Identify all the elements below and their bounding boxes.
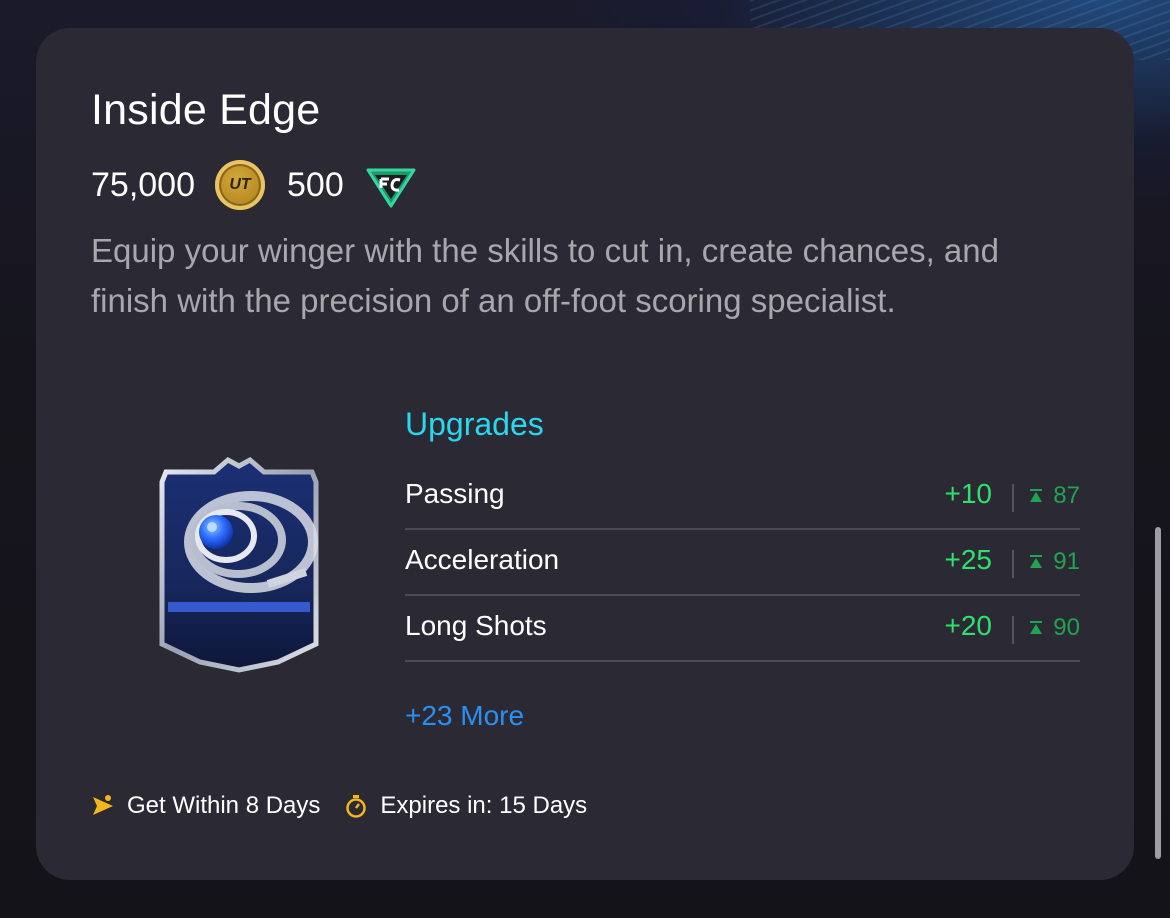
expires-text: Expires in: 15 Days <box>380 792 588 819</box>
divider <box>1012 616 1014 644</box>
more-upgrades-link[interactable]: +23 More <box>405 700 524 732</box>
upgrade-cap: 91 <box>1020 548 1080 576</box>
objective-card[interactable]: Inside Edge 75,000 UT 500 Equip your win… <box>36 28 1134 880</box>
divider <box>1012 550 1014 578</box>
divider <box>1012 484 1014 512</box>
cap-arrow-icon <box>1030 621 1043 634</box>
price-row: 75,000 UT 500 <box>91 160 418 210</box>
upgrade-cap-value: 90 <box>1053 614 1080 641</box>
scrollbar[interactable] <box>1155 527 1161 859</box>
upgrades-list: Passing +10 87 Acceleration +25 91 Long … <box>405 464 1080 662</box>
fc-points-icon <box>366 168 416 208</box>
flag-icon <box>93 795 113 815</box>
upgrade-row: Acceleration +25 91 <box>405 530 1080 596</box>
upgrade-boost: +20 <box>944 610 993 641</box>
coin-icon-text: UT <box>229 176 251 193</box>
upgrade-cap: 87 <box>1020 482 1080 510</box>
upgrade-cap: 90 <box>1020 614 1080 642</box>
cap-arrow-icon <box>1030 489 1043 502</box>
footer-info: Get Within 8 Days Expires in: 15 Days <box>91 788 587 824</box>
get-within-text: Get Within 8 Days <box>127 792 321 819</box>
offer-title: Inside Edge <box>91 86 321 134</box>
offer-description: Equip your winger with the skills to cut… <box>91 232 999 319</box>
upgrades-heading: Upgrades <box>405 406 544 442</box>
upgrade-label: Passing <box>405 478 505 509</box>
stopwatch-icon <box>346 795 367 818</box>
price-coins: 75,000 <box>91 165 195 204</box>
upgrade-label: Long Shots <box>405 610 547 641</box>
upgrade-row: Passing +10 87 <box>405 464 1080 530</box>
cap-arrow-icon <box>1030 555 1043 568</box>
upgrade-cap-value: 87 <box>1053 482 1080 509</box>
player-card-image <box>159 456 319 673</box>
upgrade-label: Acceleration <box>405 544 560 575</box>
upgrade-row: Long Shots +20 90 <box>405 596 1080 662</box>
upgrade-boost: +25 <box>944 544 993 575</box>
price-points: 500 <box>287 165 344 204</box>
upgrade-cap-value: 91 <box>1053 548 1080 575</box>
upgrade-boost: +10 <box>944 478 993 509</box>
coin-icon: UT <box>215 160 265 210</box>
